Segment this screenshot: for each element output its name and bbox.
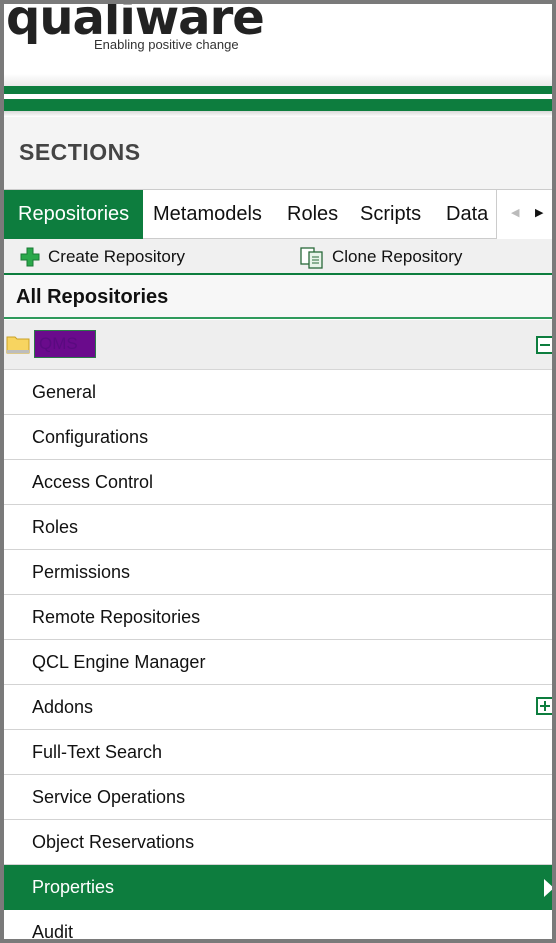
- menu-item-properties[interactable]: Properties: [4, 865, 552, 910]
- tab-metamodels[interactable]: Metamodels: [153, 190, 262, 239]
- menu-item-addons[interactable]: Addons: [4, 685, 552, 730]
- tagline: Enabling positive change: [94, 37, 239, 52]
- menu-item-full-text-search[interactable]: Full-Text Search: [4, 730, 552, 775]
- menu-item-object-reservations[interactable]: Object Reservations: [4, 820, 552, 865]
- menu-item-qcl-engine-manager[interactable]: QCL Engine Manager: [4, 640, 552, 685]
- tab-data[interactable]: Data: [446, 190, 488, 239]
- brand-stripe-lower: [4, 99, 552, 111]
- menu-item-service-operations[interactable]: Service Operations: [4, 775, 552, 820]
- menu-item-permissions[interactable]: Permissions: [4, 550, 552, 595]
- repository-node[interactable]: QMS: [4, 320, 552, 370]
- menu-item-label: QCL Engine Manager: [32, 652, 206, 672]
- brand-stripe: [4, 86, 552, 94]
- menu-item-label: Access Control: [32, 472, 154, 492]
- create-repository-label: Create Repository: [48, 247, 186, 266]
- menu-item-label: Service Operations: [32, 787, 186, 807]
- menu-item-label: Permissions: [32, 562, 131, 582]
- menu-item-remote-repositories[interactable]: Remote Repositories: [4, 595, 552, 640]
- tab-scroller: ◀ ▶: [496, 190, 552, 239]
- repository-name[interactable]: QMS: [34, 330, 96, 358]
- menu-item-label: General: [32, 382, 97, 402]
- menu-item-label: Properties: [32, 877, 115, 897]
- menu-item-general[interactable]: General: [4, 370, 552, 415]
- clone-icon: [300, 247, 324, 269]
- menu-item-roles[interactable]: Roles: [4, 505, 552, 550]
- clone-repository-button[interactable]: Clone Repository: [300, 245, 462, 269]
- scroll-right-icon[interactable]: ▶: [535, 205, 543, 221]
- menu-item-label: Roles: [32, 517, 79, 537]
- menu-item-label: Object Reservations: [32, 832, 195, 852]
- header: qualiware Enabling positive change: [4, 4, 552, 88]
- menu-item-label: Addons: [32, 697, 94, 717]
- menu-item-label: Full-Text Search: [32, 742, 163, 762]
- all-repositories-heading: All Repositories: [4, 275, 552, 319]
- repository-menu: General Configurations Access Control Ro…: [4, 370, 552, 942]
- menu-item-audit[interactable]: Audit: [4, 910, 552, 942]
- all-repositories-label: All Repositories: [16, 286, 169, 308]
- clone-repository-label: Clone Repository: [332, 247, 463, 266]
- app-frame: qualiware Enabling positive change SECTI…: [0, 0, 556, 943]
- tab-scripts[interactable]: Scripts: [360, 190, 421, 239]
- tab-roles[interactable]: Roles: [287, 190, 338, 239]
- collapse-icon[interactable]: [536, 336, 552, 354]
- sections-title: SECTIONS: [19, 139, 141, 165]
- toolbar: Create Repository Clone Repository: [4, 239, 552, 275]
- scroll-left-icon[interactable]: ◀: [511, 205, 519, 221]
- menu-item-label: Audit: [32, 922, 74, 942]
- tab-repositories[interactable]: Repositories: [4, 190, 144, 239]
- folder-icon: [6, 333, 30, 355]
- tab-bar: Repositories Metamodels Roles Scripts Da…: [4, 189, 552, 239]
- create-repository-button[interactable]: Create Repository: [20, 245, 185, 269]
- menu-item-access-control[interactable]: Access Control: [4, 460, 552, 505]
- menu-item-label: Configurations: [32, 427, 149, 447]
- arrow-right-icon: [544, 879, 552, 897]
- add-icon: [20, 247, 40, 267]
- expand-icon[interactable]: [536, 697, 552, 715]
- menu-item-configurations[interactable]: Configurations: [4, 415, 552, 460]
- header-shadow: [4, 74, 552, 86]
- menu-item-label: Remote Repositories: [32, 607, 201, 627]
